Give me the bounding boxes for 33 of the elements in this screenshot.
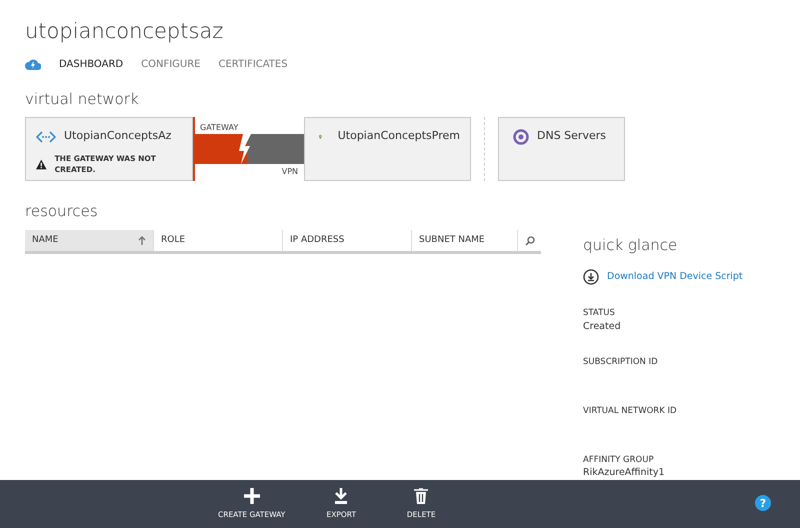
vpn-label: VPN xyxy=(282,166,298,178)
field-value: Created xyxy=(583,320,622,334)
field-value: RikAzureAffinity1 xyxy=(583,466,666,480)
tab[interactable]: CONFIGURE xyxy=(141,57,200,72)
cloud-icon xyxy=(25,59,41,70)
tab[interactable]: CERTIFICATES xyxy=(218,57,288,72)
plus-icon xyxy=(244,488,260,504)
tab[interactable]: DASHBOARD xyxy=(59,57,124,72)
network-icon xyxy=(36,130,56,143)
section-heading: resources xyxy=(25,202,99,220)
section-heading: virtual network xyxy=(25,90,140,108)
sort-arrow-icon xyxy=(138,236,146,246)
gateway-label: GATEWAY xyxy=(200,122,238,134)
target-icon xyxy=(513,128,529,145)
trash-icon xyxy=(414,488,428,504)
field-label: STATUS xyxy=(583,307,616,320)
column-header[interactable]: IP ADDRESS xyxy=(283,230,412,252)
column-header[interactable]: ROLE xyxy=(154,230,283,252)
field-label: AFFINITY GROUP xyxy=(583,454,655,466)
warning-icon xyxy=(36,158,47,170)
node-name: DNS Servers xyxy=(537,128,606,144)
search-icon[interactable] xyxy=(524,236,534,246)
field-label: VIRTUAL NETWORK ID xyxy=(583,404,678,418)
section-heading: quick glance xyxy=(583,236,678,254)
download-link[interactable]: Download VPN Device Script xyxy=(607,270,743,284)
column-header[interactable]: NAME xyxy=(25,230,154,252)
download-icon xyxy=(334,488,348,504)
column-header[interactable]: SUBNET NAME xyxy=(412,230,518,252)
page-title: utopianconceptsaz xyxy=(25,18,224,45)
node-name: UtopianConceptsPrem xyxy=(338,128,460,144)
field-label: SUBSCRIPTION ID xyxy=(583,356,659,369)
download-icon[interactable] xyxy=(583,269,599,285)
node-name: UtopianConceptsAz xyxy=(64,128,172,144)
